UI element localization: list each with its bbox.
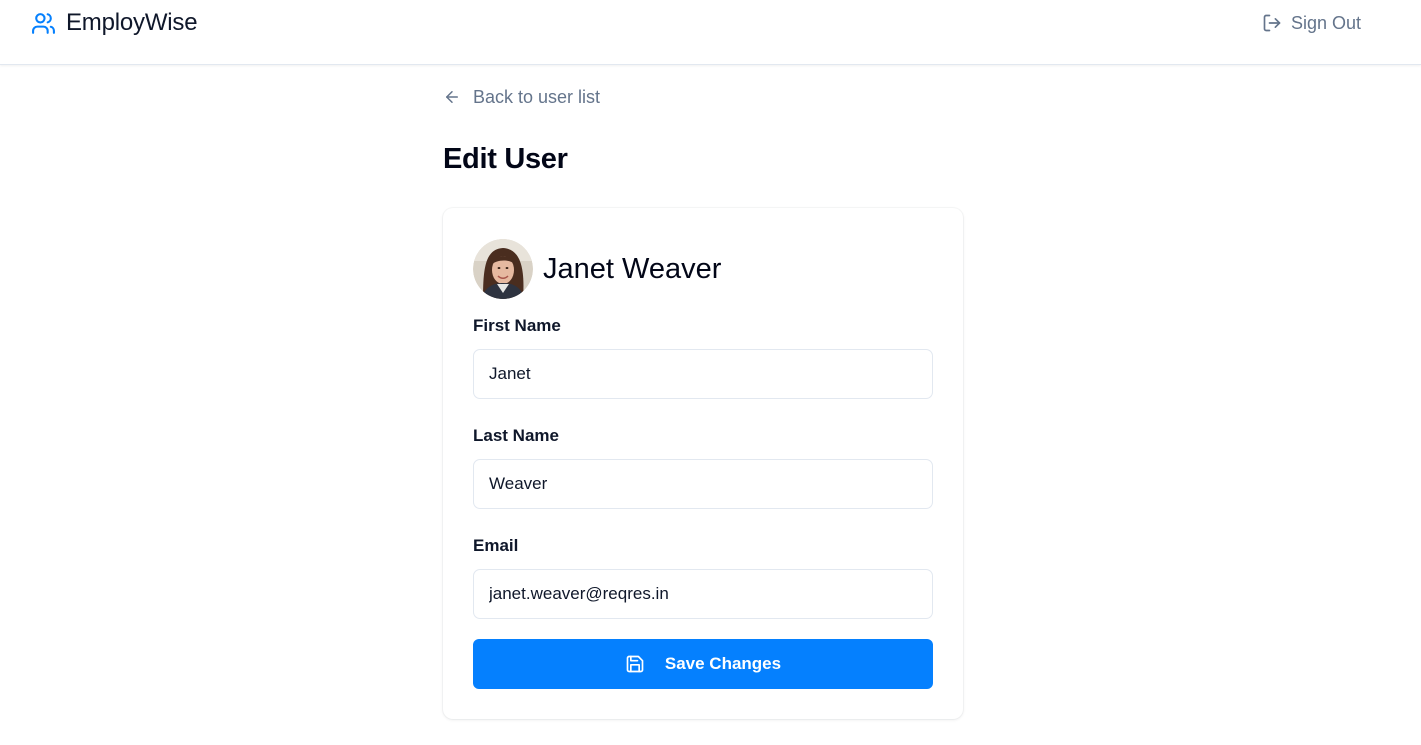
brand-name: EmployWise (66, 9, 198, 36)
last-name-input[interactable] (473, 459, 933, 509)
user-header: Janet Weaver (473, 239, 721, 299)
top-navbar: EmployWise Sign Out (0, 0, 1421, 65)
back-to-user-list-link[interactable]: Back to user list (443, 85, 600, 109)
sign-out-button[interactable]: Sign Out (1262, 10, 1361, 36)
first-name-input[interactable] (473, 349, 933, 399)
email-label: Email (473, 536, 519, 555)
user-full-name: Janet Weaver (543, 252, 722, 285)
first-name-label: First Name (473, 316, 561, 335)
save-icon (626, 655, 644, 673)
brand[interactable]: EmployWise (31, 8, 198, 38)
back-link-label: Back to user list (473, 86, 601, 107)
save-changes-label: Save Changes (664, 654, 782, 673)
avatar (473, 239, 533, 299)
email-input[interactable] (473, 569, 933, 619)
save-changes-button[interactable]: Save Changes (473, 639, 933, 689)
last-name-label: Last Name (473, 426, 559, 445)
page-title: Edit User (443, 143, 568, 175)
sign-out-label: Sign Out (1290, 12, 1361, 33)
log-out-icon (1263, 14, 1281, 32)
edit-user-card: Janet Weaver First Name Last Name Email … (443, 208, 963, 719)
arrow-left-icon (446, 91, 458, 103)
users-icon (32, 12, 55, 34)
